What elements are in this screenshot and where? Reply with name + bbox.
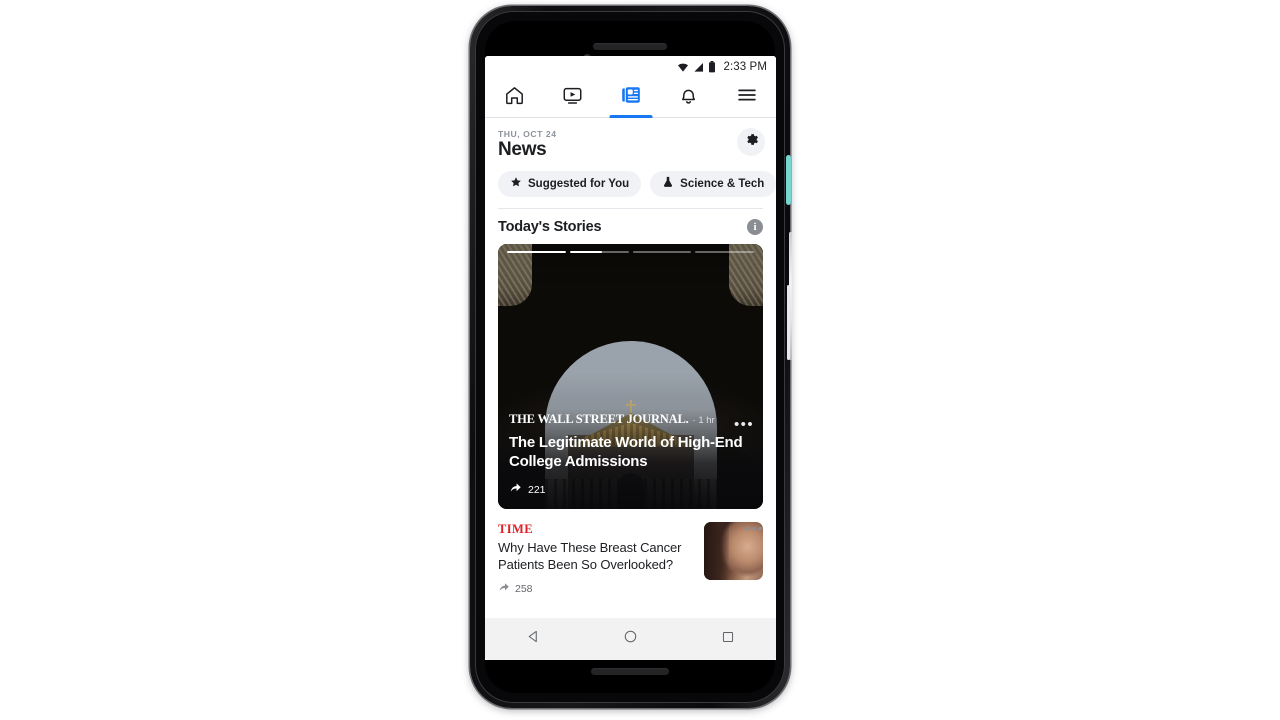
hero-story-overlay: THE WALL STREET JOURNAL. · 1 hr The Legi… xyxy=(498,412,763,509)
hero-story-menu-button[interactable]: ••• xyxy=(734,417,754,432)
progress-segment[interactable] xyxy=(695,250,754,254)
hero-story-source: THE WALL STREET JOURNAL. xyxy=(509,411,689,426)
phone-screen: 2:33 PM THU, OCT 24 News Suggested for Y… xyxy=(485,56,776,660)
news-filter-chips: Suggested for You Science & Tech xyxy=(485,161,776,197)
news-settings-button[interactable] xyxy=(737,128,765,156)
hamburger-menu-icon xyxy=(736,84,758,111)
bell-icon xyxy=(678,85,699,111)
hero-source-row: THE WALL STREET JOURNAL. · 1 hr xyxy=(509,412,752,427)
android-navigation-bar xyxy=(485,618,776,660)
tab-menu[interactable] xyxy=(718,78,776,117)
home-circle-icon xyxy=(623,629,638,649)
recents-square-icon xyxy=(721,630,735,649)
hero-story-timestamp: · 1 hr xyxy=(692,414,715,426)
tab-notifications[interactable] xyxy=(660,78,718,117)
screenshot-stage: 2:33 PM THU, OCT 24 News Suggested for Y… xyxy=(0,0,1280,720)
story-menu-button[interactable]: ••• xyxy=(745,521,764,535)
status-bar-time: 2:33 PM xyxy=(723,61,767,73)
progress-segment[interactable] xyxy=(632,250,692,254)
home-icon xyxy=(504,85,525,111)
earpiece-speaker xyxy=(593,43,667,50)
nav-back-button[interactable] xyxy=(511,621,557,657)
tab-watch[interactable] xyxy=(543,78,601,117)
back-triangle-icon xyxy=(526,629,541,649)
chip-science-and-tech[interactable]: Science & Tech xyxy=(650,170,776,197)
video-play-icon xyxy=(562,85,583,111)
tab-home[interactable] xyxy=(485,78,543,117)
progress-fill xyxy=(507,250,566,254)
section-title: Today's Stories xyxy=(498,218,602,235)
progress-fill xyxy=(569,250,603,254)
chip-label: Science & Tech xyxy=(680,177,765,190)
progress-segment[interactable] xyxy=(569,250,629,254)
progress-segment[interactable] xyxy=(507,250,566,254)
page-scrollbar-track[interactable] xyxy=(787,285,790,360)
story-share-count: 258 xyxy=(515,583,533,596)
chip-label: Suggested for You xyxy=(528,177,630,190)
share-arrow-icon xyxy=(509,481,522,499)
hero-story-headline: The Legitimate World of High-End College… xyxy=(509,433,743,471)
wifi-icon xyxy=(677,62,689,73)
story-text-block: TIME Why Have These Breast Cancer Patien… xyxy=(498,522,694,598)
story-headline: Why Have These Breast Cancer Patients Be… xyxy=(498,539,682,573)
page-title: News xyxy=(498,139,547,160)
tab-news[interactable] xyxy=(601,78,659,118)
star-icon xyxy=(510,176,522,191)
newspaper-icon xyxy=(620,84,642,111)
hero-story-card[interactable]: ••• THE WALL STREET JOURNAL. · 1 hr The … xyxy=(498,243,763,509)
bottom-speaker-grille xyxy=(591,668,669,675)
chip-suggested-for-you[interactable]: Suggested for You xyxy=(498,170,642,197)
story-progress-bar xyxy=(507,250,754,254)
story-source: TIME xyxy=(498,521,533,536)
todays-stories-header: Today's Stories i xyxy=(485,209,776,244)
nav-home-button[interactable] xyxy=(608,621,654,657)
status-bar: 2:33 PM xyxy=(485,56,776,78)
info-icon[interactable]: i xyxy=(747,218,763,235)
news-date: THU, OCT 24 xyxy=(498,129,557,139)
hero-share-row[interactable]: 221 xyxy=(509,481,752,499)
nav-recents-button[interactable] xyxy=(705,621,751,657)
hero-share-count: 221 xyxy=(528,483,546,496)
story-list-item[interactable]: TIME Why Have These Breast Cancer Patien… xyxy=(485,509,776,598)
story-share-row[interactable]: 258 xyxy=(498,580,694,598)
gear-icon xyxy=(744,132,759,152)
battery-icon xyxy=(708,61,716,73)
cellular-signal-icon xyxy=(693,62,704,73)
app-tab-bar xyxy=(485,78,776,118)
page-scrollbar[interactable] xyxy=(786,155,791,205)
flask-icon xyxy=(662,176,674,191)
news-header: THU, OCT 24 News xyxy=(485,118,776,161)
share-arrow-icon xyxy=(498,580,510,598)
